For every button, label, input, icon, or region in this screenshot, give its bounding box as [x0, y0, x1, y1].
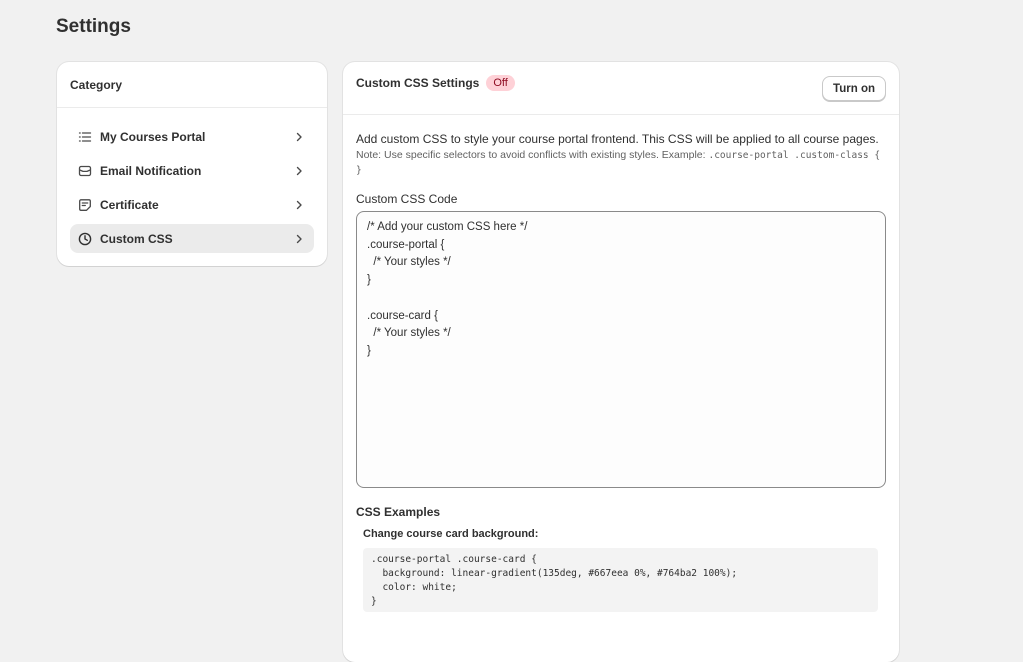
sidebar-item-label: Email Notification	[100, 163, 202, 178]
card-title: Custom CSS Settings	[356, 76, 480, 90]
sidebar-item-email-notification[interactable]: Email Notification	[70, 156, 314, 185]
sidebar-list: My Courses Portal Email Notification Cer…	[57, 108, 327, 253]
custom-css-settings-card: Custom CSS Settings Off Turn on Add cust…	[343, 62, 899, 662]
note-prefix: Note: Use specific selectors to avoid co…	[356, 149, 709, 161]
chevron-right-icon	[293, 131, 305, 143]
sidebar-item-my-courses-portal[interactable]: My Courses Portal	[70, 122, 314, 151]
sidebar-item-label: Custom CSS	[100, 231, 173, 246]
note-icon	[77, 197, 93, 213]
example-code-block: .course-portal .course-card { background…	[363, 548, 878, 612]
examples-title: CSS Examples	[356, 505, 441, 519]
sidebar-item-label: Certificate	[100, 197, 159, 212]
chevron-right-icon	[293, 199, 305, 211]
css-code-textarea[interactable]: /* Add your custom CSS here */ .course-p…	[356, 211, 886, 488]
sidebar-item-label: My Courses Portal	[100, 129, 206, 144]
note-text: Note: Use specific selectors to avoid co…	[356, 148, 886, 178]
mail-icon	[77, 163, 93, 179]
example-title: Change course card background:	[363, 528, 539, 540]
list-icon	[77, 129, 93, 145]
clock-icon	[77, 231, 93, 247]
page-title: Settings	[56, 16, 131, 37]
card-body: Add custom CSS to style your course port…	[343, 115, 899, 612]
sidebar-item-custom-css[interactable]: Custom CSS	[70, 224, 314, 253]
description-text: Add custom CSS to style your course port…	[356, 132, 879, 146]
category-sidebar: Category My Courses Portal Email Notific…	[57, 62, 327, 266]
chevron-right-icon	[293, 233, 305, 245]
status-badge: Off	[486, 75, 515, 91]
sidebar-item-certificate[interactable]: Certificate	[70, 190, 314, 219]
css-code-label: Custom CSS Code	[356, 192, 458, 206]
sidebar-header: Category	[57, 62, 327, 108]
turn-on-button[interactable]: Turn on	[822, 76, 886, 101]
chevron-right-icon	[293, 165, 305, 177]
card-header: Custom CSS Settings Off Turn on	[343, 62, 899, 115]
